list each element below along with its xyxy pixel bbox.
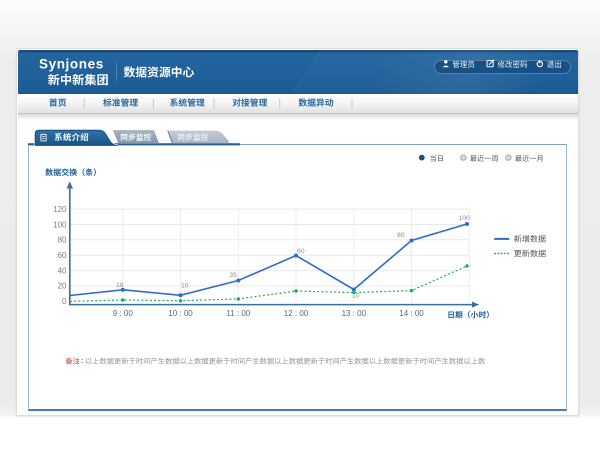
- svg-text:18: 18: [116, 282, 124, 289]
- svg-text:120: 120: [53, 205, 67, 214]
- svg-text:0: 0: [62, 297, 67, 306]
- svg-text:12 : 00: 12 : 00: [284, 309, 309, 318]
- svg-text:Synjones: Synjones: [39, 57, 104, 72]
- svg-text:20: 20: [58, 282, 67, 291]
- svg-text:60: 60: [297, 248, 305, 255]
- svg-text:35: 35: [229, 272, 237, 279]
- svg-text:9 : 00: 9 : 00: [113, 309, 134, 318]
- svg-text:100: 100: [53, 220, 67, 229]
- svg-text:60: 60: [58, 251, 67, 260]
- svg-text:80: 80: [58, 236, 67, 245]
- svg-text:14 : 00: 14 : 00: [399, 309, 424, 318]
- svg-text:10: 10: [352, 292, 360, 299]
- svg-text:100: 100: [459, 215, 471, 222]
- svg-text:11 : 00: 11 : 00: [226, 309, 250, 318]
- svg-text:80: 80: [397, 232, 405, 239]
- svg-text:40: 40: [58, 266, 67, 275]
- svg-text:13 : 00: 13 : 00: [342, 309, 367, 318]
- svg-text:10: 10: [181, 283, 189, 290]
- svg-text::: :: [81, 356, 84, 365]
- svg-text:10 : 00: 10 : 00: [168, 309, 193, 318]
